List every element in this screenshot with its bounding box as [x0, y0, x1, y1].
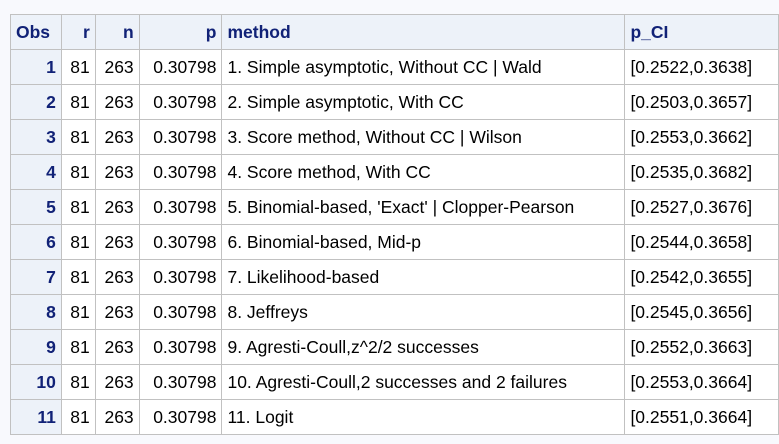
cell-method: 6. Binomial-based, Mid-p	[221, 224, 626, 260]
cell-obs: 8	[10, 294, 62, 330]
cell-r: 81	[60, 224, 96, 260]
cell-method: 10. Agresti-Coull,2 successes and 2 fail…	[221, 364, 626, 400]
cell-r: 81	[60, 364, 96, 400]
table-row: 6 81 263 0.30798 6. Binomial-based, Mid-p [0.…	[10, 224, 779, 260]
cell-obs: 7	[10, 259, 62, 295]
cell-obs: 5	[10, 189, 62, 225]
header-r: r	[60, 14, 96, 50]
cell-n: 263	[94, 259, 140, 295]
cell-p: 0.30798	[138, 294, 223, 330]
cell-p: 0.30798	[138, 119, 223, 155]
cell-p-ci: [0.2522,0.3638]	[624, 49, 779, 85]
cell-obs: 9	[10, 329, 62, 365]
table-row: 10 81 263 0.30798 10. Agresti-Coull,2 succes…	[10, 364, 779, 400]
cell-method: 8. Jeffreys	[221, 294, 626, 330]
cell-p: 0.30798	[138, 364, 223, 400]
cell-n: 263	[94, 49, 140, 85]
cell-p-ci: [0.2503,0.3657]	[624, 84, 779, 120]
cell-p-ci: [0.2527,0.3676]	[624, 189, 779, 225]
cell-p: 0.30798	[138, 154, 223, 190]
header-obs: Obs	[10, 14, 62, 50]
cell-p-ci: [0.2553,0.3662]	[624, 119, 779, 155]
cell-n: 263	[94, 154, 140, 190]
header-p-ci: p_CI	[624, 14, 779, 50]
cell-method: 11. Logit	[221, 399, 626, 435]
table-row: 5 81 263 0.30798 5. Binomial-based, 'Exact' …	[10, 189, 779, 225]
cell-p-ci: [0.2544,0.3658]	[624, 224, 779, 260]
cell-method: 3. Score method, Without CC | Wilson	[221, 119, 626, 155]
cell-n: 263	[94, 399, 140, 435]
cell-method: 4. Score method, With CC	[221, 154, 626, 190]
cell-obs: 1	[10, 49, 62, 85]
cell-n: 263	[94, 84, 140, 120]
cell-p-ci: [0.2552,0.3663]	[624, 329, 779, 365]
cell-p: 0.30798	[138, 259, 223, 295]
cell-p: 0.30798	[138, 224, 223, 260]
cell-r: 81	[60, 154, 96, 190]
cell-p-ci: [0.2545,0.3656]	[624, 294, 779, 330]
cell-obs: 2	[10, 84, 62, 120]
table-row: 9 81 263 0.30798 9. Agresti-Coull,z^2/2 succ…	[10, 329, 779, 365]
header-n: n	[94, 14, 140, 50]
cell-r: 81	[60, 189, 96, 225]
cell-p: 0.30798	[138, 399, 223, 435]
cell-obs: 6	[10, 224, 62, 260]
table-row: 4 81 263 0.30798 4. Score method, With CC [0.…	[10, 154, 779, 190]
cell-n: 263	[94, 189, 140, 225]
cell-method: 7. Likelihood-based	[221, 259, 626, 295]
cell-p: 0.30798	[138, 84, 223, 120]
table-row: 1 81 263 0.30798 1. Simple asymptotic, Witho…	[10, 49, 779, 85]
cell-p-ci: [0.2535,0.3682]	[624, 154, 779, 190]
cell-n: 263	[94, 364, 140, 400]
cell-method: 2. Simple asymptotic, With CC	[221, 84, 626, 120]
cell-method: 5. Binomial-based, 'Exact' | Clopper-Pea…	[221, 189, 626, 225]
header-method: method	[221, 14, 626, 50]
results-table: Obs r n p method p_CI 1 81 263 0.30798 1. Si…	[10, 14, 779, 435]
cell-p-ci: [0.2553,0.3664]	[624, 364, 779, 400]
table-row: 3 81 263 0.30798 3. Score method, Without CC…	[10, 119, 779, 155]
cell-n: 263	[94, 119, 140, 155]
cell-n: 263	[94, 294, 140, 330]
cell-r: 81	[60, 119, 96, 155]
cell-obs: 10	[10, 364, 62, 400]
cell-method: 9. Agresti-Coull,z^2/2 successes	[221, 329, 626, 365]
header-p: p	[138, 14, 223, 50]
cell-r: 81	[60, 329, 96, 365]
cell-obs: 4	[10, 154, 62, 190]
cell-r: 81	[60, 49, 96, 85]
table-row: 7 81 263 0.30798 7. Likelihood-based [0.2542,…	[10, 259, 779, 295]
cell-n: 263	[94, 224, 140, 260]
cell-r: 81	[60, 84, 96, 120]
table-row: 11 81 263 0.30798 11. Logit [0.2551,0.3664]	[10, 399, 779, 435]
cell-r: 81	[60, 294, 96, 330]
cell-n: 263	[94, 329, 140, 365]
cell-p-ci: [0.2542,0.3655]	[624, 259, 779, 295]
cell-p: 0.30798	[138, 49, 223, 85]
table-row: 8 81 263 0.30798 8. Jeffreys [0.2545,0.3656]	[10, 294, 779, 330]
cell-method: 1. Simple asymptotic, Without CC | Wald	[221, 49, 626, 85]
cell-obs: 3	[10, 119, 62, 155]
header-row: Obs r n p method p_CI	[10, 14, 779, 50]
cell-p: 0.30798	[138, 189, 223, 225]
cell-r: 81	[60, 399, 96, 435]
cell-p-ci: [0.2551,0.3664]	[624, 399, 779, 435]
cell-p: 0.30798	[138, 329, 223, 365]
cell-r: 81	[60, 259, 96, 295]
table-row: 2 81 263 0.30798 2. Simple asymptotic, With …	[10, 84, 779, 120]
cell-obs: 11	[10, 399, 62, 435]
